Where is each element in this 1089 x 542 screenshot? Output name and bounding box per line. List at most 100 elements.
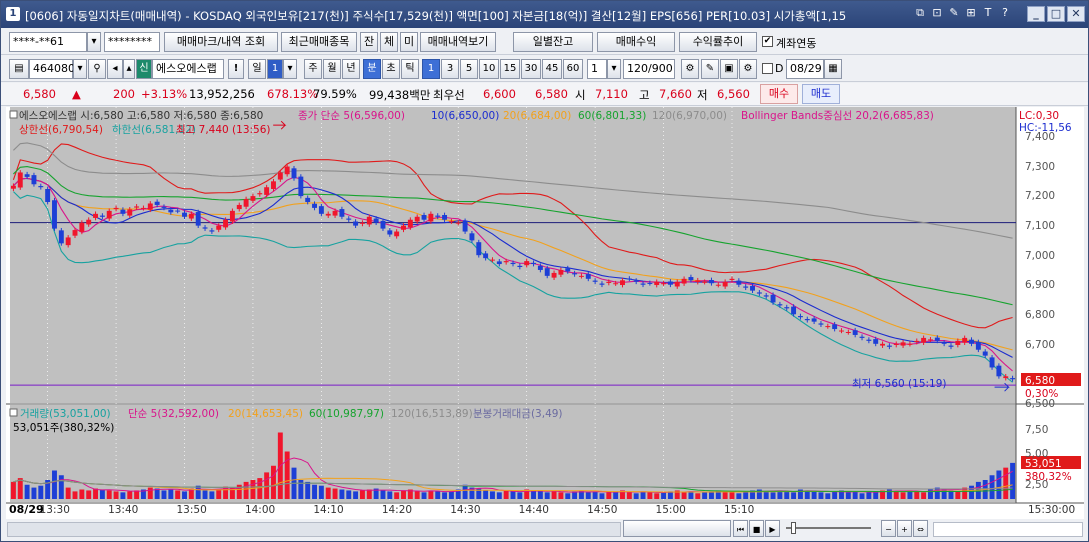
- warning-button[interactable]: !: [228, 59, 244, 79]
- account-dropdown-icon[interactable]: ▾: [87, 32, 101, 52]
- period-minute[interactable]: 분: [363, 59, 381, 79]
- zoom-out-icon[interactable]: −: [881, 520, 896, 537]
- grid-icon[interactable]: ⊞: [964, 5, 978, 21]
- period-second[interactable]: 초: [382, 59, 400, 79]
- link-icon[interactable]: ⧉: [913, 5, 927, 21]
- symbol-search-icon[interactable]: ▤: [9, 59, 29, 79]
- edit-icon[interactable]: ✎: [947, 5, 961, 21]
- tools-icon[interactable]: ⚙: [681, 59, 699, 79]
- minute-3[interactable]: 3: [441, 59, 459, 79]
- stock-code-input[interactable]: 464080: [29, 59, 75, 79]
- code-dropdown-icon[interactable]: ▾: [73, 59, 87, 79]
- balance-button[interactable]: 잔: [360, 32, 378, 52]
- candle-body: [366, 216, 372, 225]
- stop-icon[interactable]: ■: [749, 520, 764, 537]
- candle-body: [209, 230, 215, 232]
- candle-body: [770, 294, 776, 303]
- date-checkbox[interactable]: [762, 63, 773, 74]
- multiplier-dropdown-icon[interactable]: ▾: [607, 59, 621, 79]
- candle-body: [339, 209, 345, 217]
- x-tick-label: 14:20: [382, 504, 412, 516]
- candle-body: [325, 213, 331, 216]
- recent-trades-button[interactable]: 최근매매종목: [281, 32, 357, 52]
- next-icon[interactable]: ▶: [765, 520, 780, 537]
- candle-body: [674, 281, 680, 287]
- title-bar: 1 [0606] 자동일지차트(매매내역) - KOSDAQ 외국인보유[217…: [1, 1, 1088, 28]
- layout-icon[interactable]: ⊡: [930, 5, 944, 21]
- volume-bar: [58, 475, 64, 499]
- search-icon[interactable]: ⚲: [88, 59, 106, 79]
- period-dropdown-icon[interactable]: ▾: [283, 59, 297, 79]
- draw-icon[interactable]: ✎: [701, 59, 719, 79]
- volume-bar: [264, 472, 270, 499]
- legend-ma5: 종가 단순 5(6,596,00): [298, 110, 405, 122]
- minute-45[interactable]: 45: [542, 59, 562, 79]
- legend-bollinger: Bollinger Bands중심선 20,2(6,685,83): [741, 110, 934, 122]
- period-year[interactable]: 년: [342, 59, 360, 79]
- volume-bar: [79, 489, 85, 499]
- volume-bar: [421, 492, 427, 499]
- scroll-thumb[interactable]: [623, 520, 731, 537]
- save-icon[interactable]: ▣: [720, 59, 738, 79]
- help-icon[interactable]: ?: [998, 5, 1012, 21]
- period-select[interactable]: 일: [248, 59, 266, 79]
- calendar-icon[interactable]: ▦: [824, 59, 842, 79]
- buy-button[interactable]: 매수: [760, 84, 798, 104]
- legend-ma60: 60(6,801,33): [578, 110, 646, 122]
- multiplier-input[interactable]: 1: [587, 59, 607, 79]
- candle-body: [421, 215, 427, 220]
- bar-count-input[interactable]: 120/900: [623, 59, 675, 79]
- chart-area[interactable]: 13:30 13:40 13:50 14:00 14:10 14:20 14:30 14:40…: [6, 107, 1084, 519]
- legend-ohlc: 에스오에스랩 시:6,580 고:6,580 저:6,580 종:6,580: [19, 110, 263, 122]
- trade-mark-button[interactable]: 매매마크/내역 조회: [164, 32, 278, 52]
- period-number[interactable]: 1: [267, 59, 283, 79]
- profit-trend-button[interactable]: 수익률추이: [679, 32, 757, 52]
- candle-body: [510, 262, 516, 265]
- password-input[interactable]: ********: [104, 32, 160, 52]
- minute-30[interactable]: 30: [521, 59, 541, 79]
- close-button[interactable]: ✕: [1067, 6, 1085, 22]
- trade-profit-button[interactable]: 매매수익: [597, 32, 675, 52]
- volume-bar: [182, 491, 187, 499]
- date-input[interactable]: 08/29: [786, 59, 824, 79]
- minute-5[interactable]: 5: [460, 59, 478, 79]
- unexecuted-button[interactable]: 미: [400, 32, 418, 52]
- candle-body: [106, 210, 112, 219]
- prev-icon[interactable]: ▴: [123, 59, 135, 79]
- trade-history-button[interactable]: 매매내역보기: [420, 32, 496, 52]
- volume-bar: [394, 492, 400, 499]
- settings-icon[interactable]: ⚙: [739, 59, 757, 79]
- candle-body: [866, 339, 872, 341]
- fit-icon[interactable]: ⇔: [913, 520, 928, 537]
- period-month[interactable]: 월: [323, 59, 341, 79]
- speaker-icon[interactable]: ◂: [107, 59, 123, 79]
- zoom-in-icon[interactable]: +: [897, 520, 912, 537]
- period-week[interactable]: 주: [304, 59, 322, 79]
- minute-10[interactable]: 10: [479, 59, 499, 79]
- candlestick-chart[interactable]: 13:30 13:40 13:50 14:00 14:10 14:20 14:30 14:40…: [6, 107, 1084, 519]
- minute-60[interactable]: 60: [563, 59, 583, 79]
- candle-body: [250, 196, 256, 201]
- sell-button[interactable]: 매도: [802, 84, 840, 104]
- account-link-checkbox[interactable]: ✔: [762, 36, 773, 47]
- text-icon[interactable]: T: [981, 5, 995, 21]
- candle-body: [654, 281, 660, 286]
- zoom-slider[interactable]: [786, 527, 871, 529]
- history-scrollbar[interactable]: [7, 522, 621, 537]
- first-icon[interactable]: ⏮: [733, 520, 748, 537]
- high-label: 고: [639, 88, 650, 102]
- executed-button[interactable]: 체: [380, 32, 398, 52]
- volume-bar: [729, 492, 735, 499]
- period-tick[interactable]: 틱: [401, 59, 419, 79]
- minute-1[interactable]: 1: [422, 59, 440, 79]
- candle-body: [407, 219, 413, 228]
- maximize-button[interactable]: □: [1047, 6, 1065, 22]
- daily-balance-button[interactable]: 일별잔고: [513, 32, 593, 52]
- minute-15[interactable]: 15: [500, 59, 520, 79]
- legend-volume: 거래량(53,051,00): [20, 408, 111, 420]
- candle-body: [804, 319, 810, 321]
- volume-bar: [353, 491, 359, 499]
- zoom-slider-handle[interactable]: [791, 522, 796, 534]
- account-input[interactable]: ****-**61: [9, 32, 87, 52]
- minimize-button[interactable]: _: [1027, 6, 1045, 22]
